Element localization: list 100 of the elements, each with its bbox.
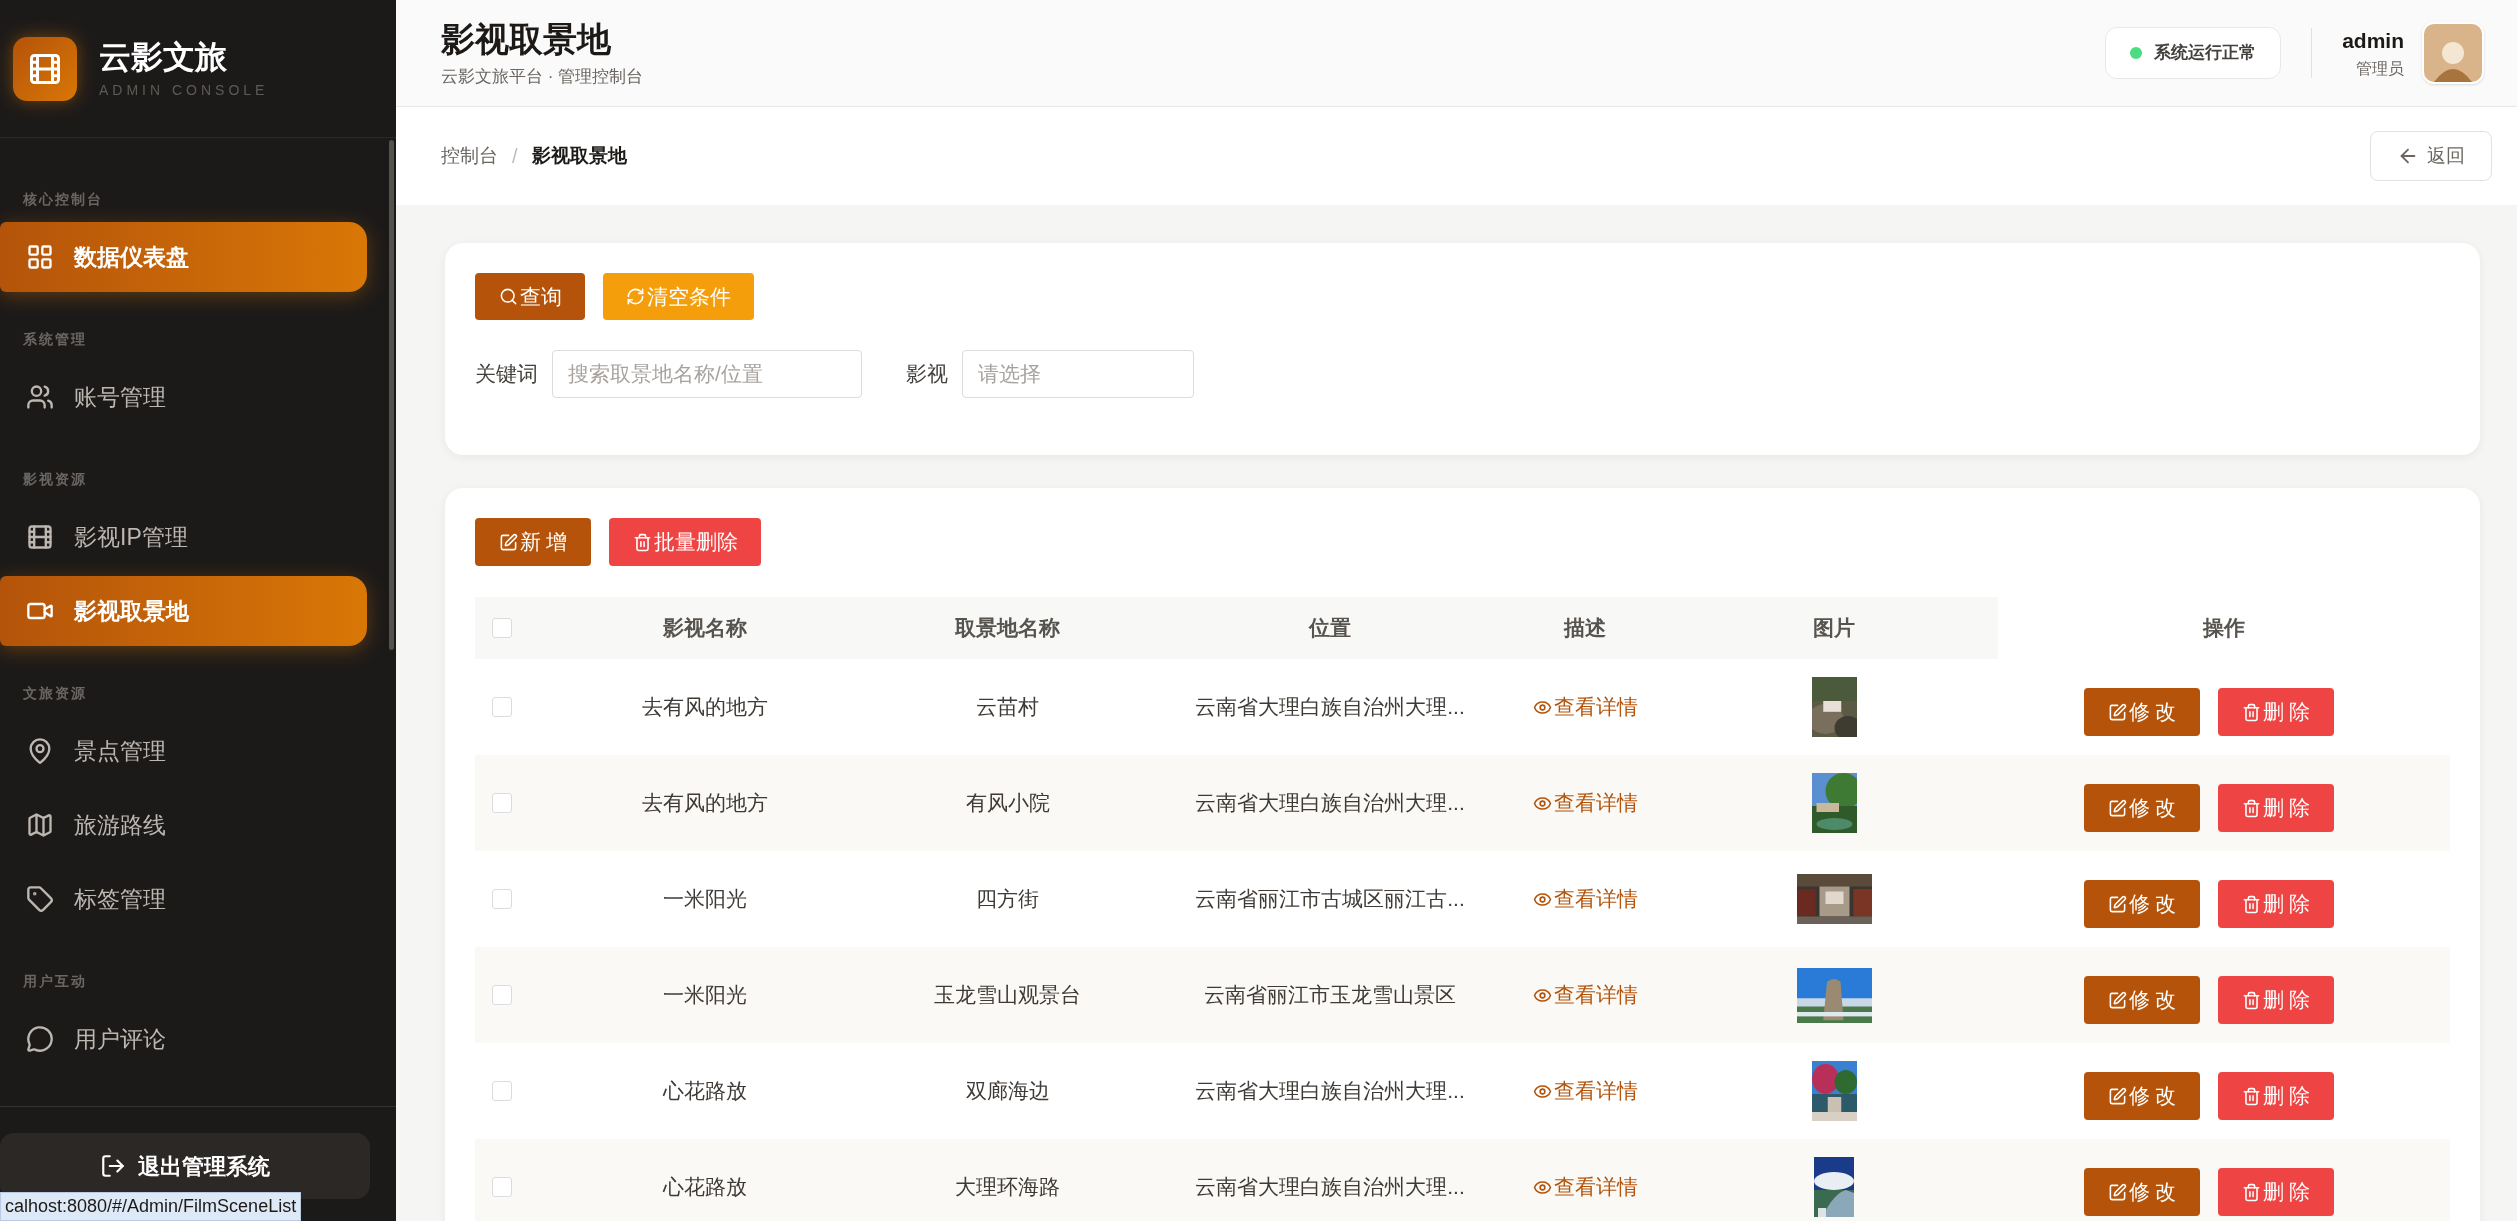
user-role: 管理员	[2356, 60, 2404, 77]
brand-subtitle: ADMIN CONSOLE	[99, 82, 269, 97]
status-text: 系统运行正常	[2154, 42, 2257, 65]
sidebar-item[interactable]: 景点管理	[0, 716, 367, 786]
table-cell-text: 心花路放	[663, 1174, 747, 1201]
trash-icon	[2241, 702, 2261, 722]
table-cell-text: 去有风的地方	[642, 790, 768, 817]
view-details-link[interactable]: 查看详情	[1532, 979, 1638, 1011]
table-cell-text: 心花路放	[663, 1078, 747, 1105]
trash-icon	[632, 532, 652, 552]
delete-button[interactable]: 删 除	[2218, 880, 2334, 928]
column-header: 图片	[1813, 615, 1855, 642]
edit-square-icon	[2107, 1182, 2127, 1202]
avatar[interactable]	[2422, 22, 2484, 84]
column-header: 位置	[1309, 615, 1351, 642]
table-cell-text: 一米阳光	[663, 982, 747, 1009]
delete-button[interactable]: 删 除	[2218, 1072, 2334, 1120]
table-cell-text: 双廊海边	[965, 1078, 1050, 1105]
refresh-icon	[626, 287, 645, 306]
sidebar-item[interactable]: 影视取景地	[0, 576, 367, 646]
browser-status-url: calhost:8080/#/Admin/FilmSceneList	[0, 1192, 302, 1221]
map-icon	[26, 811, 54, 839]
trash-icon	[2241, 1182, 2261, 1202]
logout-icon	[100, 1153, 126, 1179]
sidebar-item[interactable]: 旅游路线	[0, 790, 367, 860]
view-details-link[interactable]: 查看详情	[1532, 1171, 1638, 1203]
table-cell-text: 去有风的地方	[642, 694, 768, 721]
view-details-link[interactable]: 查看详情	[1532, 691, 1638, 723]
edit-square-icon	[2107, 798, 2127, 818]
sidebar-item[interactable]: 数据仪表盘	[0, 222, 367, 292]
field-label: 关键词	[475, 361, 538, 388]
trash-icon	[2241, 798, 2261, 818]
edit-button[interactable]: 修 改	[2084, 880, 2200, 928]
edit-button[interactable]: 修 改	[2084, 688, 2200, 736]
delete-button[interactable]: 删 除	[2218, 688, 2334, 736]
column-header: 操作	[2203, 615, 2245, 642]
dashboard-grid-icon	[26, 243, 54, 271]
table-cell-text: 大理环海路	[955, 1174, 1060, 1201]
delete-button[interactable]: 删 除	[2218, 976, 2334, 1024]
breadcrumb-item[interactable]: 控制台	[441, 141, 498, 171]
users-icon	[26, 383, 54, 411]
edit-square-icon	[2107, 990, 2127, 1010]
checkbox[interactable]	[492, 1177, 512, 1197]
table-cell-text: 一米阳光	[663, 886, 747, 913]
edit-square-icon	[2107, 1086, 2127, 1106]
delete-button[interactable]: 删 除	[2218, 784, 2334, 832]
section-label: 影视资源	[22, 470, 88, 489]
checkbox[interactable]	[492, 697, 512, 717]
breadcrumb-separator: /	[512, 144, 518, 169]
add-button[interactable]: 新 增	[475, 518, 591, 566]
search-button[interactable]: 查询	[475, 273, 585, 320]
chat-bubble-icon	[26, 1025, 54, 1053]
checkbox[interactable]	[492, 793, 512, 813]
edit-square-icon	[2107, 894, 2127, 914]
breadcrumb-item: 影视取景地	[531, 143, 627, 168]
table-cell-text: 云南省丽江市古城区丽江古...	[1195, 886, 1465, 913]
user-name: admin	[2342, 29, 2404, 51]
checkbox[interactable]	[492, 618, 512, 638]
table-cell-text: 四方街	[976, 886, 1039, 913]
table-cell-text: 云南省大理白族自治州大理...	[1195, 790, 1465, 817]
tag-icon	[26, 885, 54, 913]
view-details-link[interactable]: 查看详情	[1532, 1075, 1638, 1107]
edit-button[interactable]: 修 改	[2084, 1168, 2200, 1216]
keyword-input[interactable]: 搜索取景地名称/位置	[552, 350, 862, 398]
checkbox[interactable]	[492, 1081, 512, 1101]
sidebar-item[interactable]: 账号管理	[0, 362, 367, 432]
film-icon	[26, 523, 54, 551]
checkbox[interactable]	[492, 985, 512, 1005]
edit-button[interactable]: 修 改	[2084, 976, 2200, 1024]
edit-square-icon	[2107, 702, 2127, 722]
back-button[interactable]: 返回	[2370, 131, 2492, 181]
table-cell-text: 云苗村	[976, 694, 1039, 721]
trash-icon	[2241, 990, 2261, 1010]
table-cell-text: 云南省丽江市玉龙雪山景区	[1204, 982, 1456, 1009]
section-label: 系统管理	[22, 330, 88, 349]
film-select[interactable]: 请选择	[962, 350, 1194, 398]
sidebar-item[interactable]: 用户评论	[0, 1004, 367, 1074]
table-cell-text: 云南省大理白族自治州大理...	[1195, 1174, 1465, 1201]
sidebar-item[interactable]: 标签管理	[0, 864, 367, 934]
edit-button[interactable]: 修 改	[2084, 1072, 2200, 1120]
search-icon	[498, 287, 518, 306]
section-label: 用户互动	[22, 972, 88, 991]
view-details-link[interactable]: 查看详情	[1532, 787, 1638, 819]
page-title: 影视取景地	[441, 21, 612, 56]
edit-button[interactable]: 修 改	[2084, 784, 2200, 832]
edit-square-icon	[498, 532, 518, 552]
brand-title: 云影文旅	[99, 40, 228, 73]
table-cell-text: 云南省大理白族自治州大理...	[1195, 694, 1465, 721]
column-header: 取景地名称	[955, 615, 1060, 642]
delete-button[interactable]: 删 除	[2218, 1168, 2334, 1216]
column-header: 描述	[1564, 615, 1606, 642]
sidebar-item[interactable]: 影视IP管理	[0, 502, 367, 572]
trash-icon	[2241, 1086, 2261, 1106]
table-cell-text: 玉龙雪山观景台	[934, 982, 1081, 1009]
logout-button[interactable]: 退出管理系统	[0, 1133, 370, 1199]
table-cell-text: 有风小院	[965, 790, 1050, 817]
checkbox[interactable]	[492, 889, 512, 909]
section-label: 核心控制台	[22, 190, 104, 209]
batch-delete-button[interactable]: 批量删除	[609, 518, 761, 566]
view-details-link[interactable]: 查看详情	[1532, 883, 1638, 915]
